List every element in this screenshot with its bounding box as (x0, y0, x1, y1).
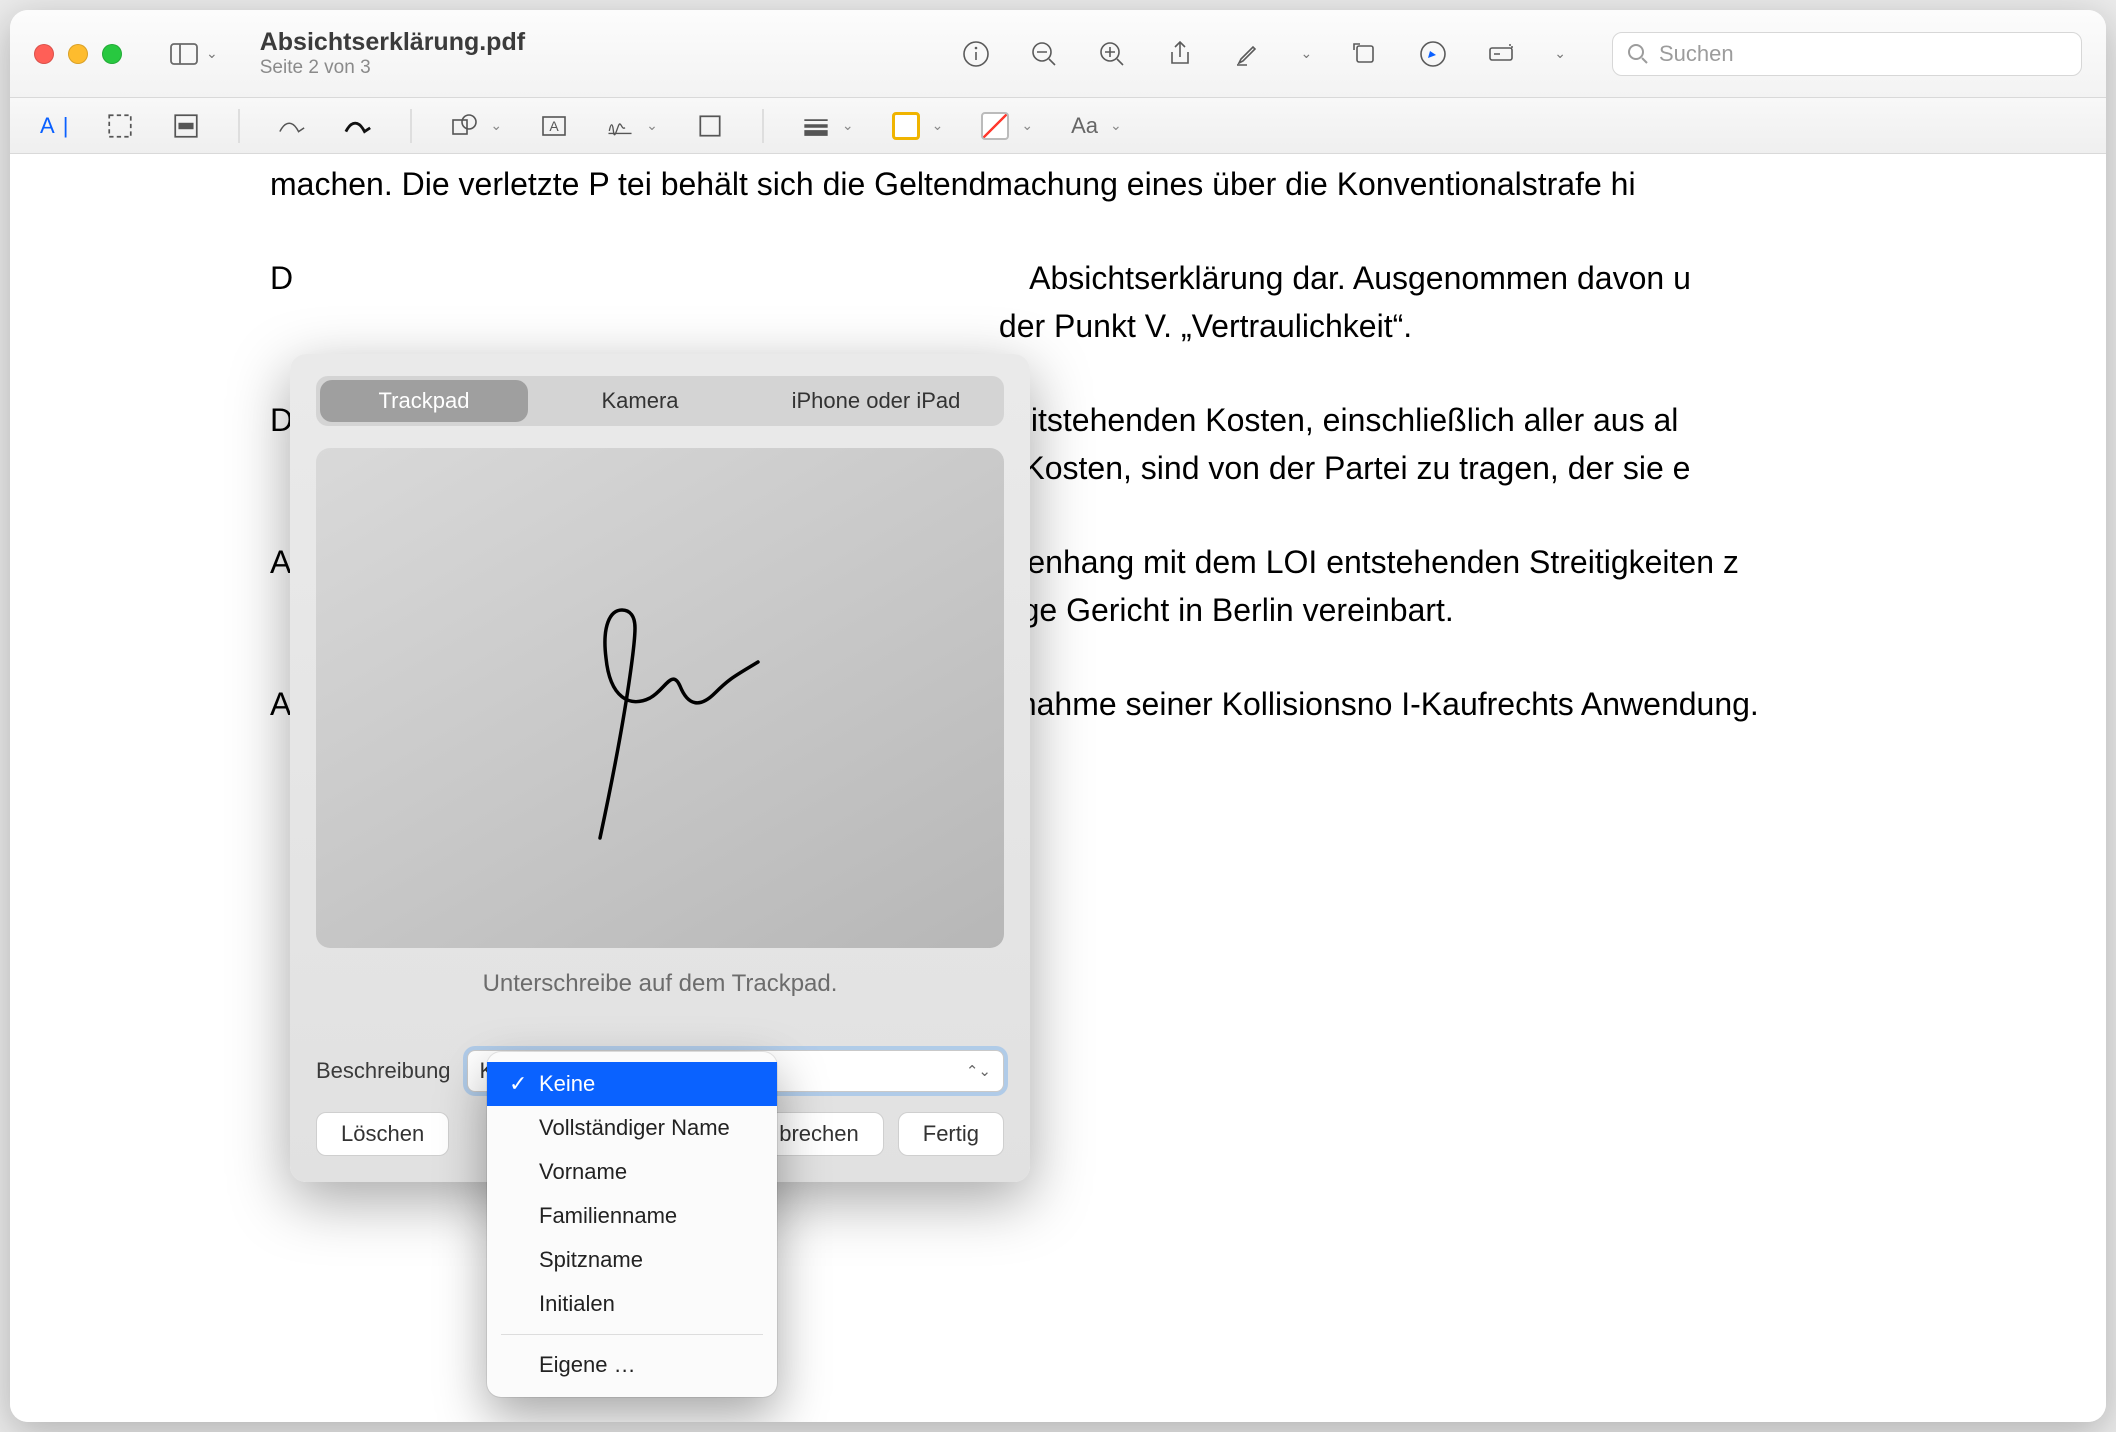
line-style-button[interactable]: ⌄ (796, 106, 860, 146)
search-placeholder: Suchen (1659, 41, 1734, 67)
info-button[interactable] (961, 39, 991, 69)
check-icon: ✓ (509, 1071, 529, 1097)
dropdown-item-firstname[interactable]: Vorname (487, 1150, 777, 1194)
sidebar-toggle-button[interactable]: ⌄ (160, 37, 228, 71)
signature-canvas[interactable] (316, 448, 1004, 948)
document-title: Absichtserklärung.pdf (260, 28, 525, 57)
title-block: Absichtserklärung.pdf Seite 2 von 3 (260, 28, 525, 79)
markup-toolbar: A| ⌄ A ⌄ ⌄ ⌄ ⌄ Aa⌄ (10, 98, 2106, 154)
chevron-down-icon: ⌄ (206, 45, 218, 62)
shapes-icon (450, 112, 478, 140)
signature-stroke-icon (480, 548, 840, 848)
textbox-icon: A (540, 112, 568, 140)
dropdown-item-none[interactable]: ✓ Keine (487, 1062, 777, 1106)
rotate-icon (1350, 39, 1380, 69)
search-icon (1627, 43, 1649, 65)
description-dropdown: ✓ Keine Vollständiger Name Vorname Famil… (487, 1052, 777, 1397)
dropdown-item-custom[interactable]: Eigene … (487, 1343, 777, 1387)
updown-icon: ⌃⌄ (966, 1062, 991, 1080)
paragraph: machen. Die verletzte P tei behält sich … (270, 160, 1846, 208)
fill-color-button[interactable]: ⌄ (975, 106, 1039, 146)
note-tool[interactable] (690, 106, 730, 146)
clear-button[interactable]: Löschen (316, 1112, 449, 1156)
close-window-button[interactable] (34, 44, 54, 64)
sidebar-icon (170, 43, 198, 65)
share-icon (1165, 39, 1195, 69)
chevron-down-icon[interactable]: ⌄ (1301, 45, 1313, 62)
draw-icon (344, 112, 372, 140)
redact-icon (172, 112, 200, 140)
dashed-square-icon (106, 112, 134, 140)
signature-tool[interactable]: ⌄ (600, 106, 664, 146)
done-button[interactable]: Fertig (898, 1112, 1004, 1156)
form-fields-button[interactable] (1486, 39, 1516, 69)
signature-source-tabs: Trackpad Kamera iPhone oder iPad (316, 376, 1004, 426)
highlight-button[interactable] (1233, 39, 1263, 69)
dropdown-item-fullname[interactable]: Vollständiger Name (487, 1106, 777, 1150)
zoom-in-button[interactable] (1097, 39, 1127, 69)
preview-window: ⌄ Absichtserklärung.pdf Seite 2 von 3 ⌄ … (10, 10, 2106, 1422)
text-select-tool[interactable]: A| (34, 106, 74, 146)
signature-icon (606, 112, 634, 140)
lines-icon (802, 112, 830, 140)
zoom-out-button[interactable] (1029, 39, 1059, 69)
zoom-out-icon (1029, 39, 1059, 69)
minimize-window-button[interactable] (68, 44, 88, 64)
svg-text:A: A (549, 118, 559, 134)
note-icon (696, 112, 724, 140)
markup-icon (1418, 39, 1448, 69)
highlighter-icon (1233, 39, 1263, 69)
redact-tool[interactable] (166, 106, 206, 146)
titlebar: ⌄ Absichtserklärung.pdf Seite 2 von 3 ⌄ … (10, 10, 2106, 98)
signature-instruction: Unterschreibe auf dem Trackpad. (316, 970, 1004, 998)
rotate-button[interactable] (1350, 39, 1380, 69)
draw-tool[interactable] (338, 106, 378, 146)
tab-camera[interactable]: Kamera (532, 376, 748, 426)
page-indicator: Seite 2 von 3 (260, 57, 525, 79)
stroke-color-button[interactable]: ⌄ (886, 106, 950, 146)
markup-button[interactable] (1418, 39, 1448, 69)
rect-select-tool[interactable] (100, 106, 140, 146)
dropdown-item-lastname[interactable]: Familienname (487, 1194, 777, 1238)
tab-iphone[interactable]: iPhone oder iPad (748, 376, 1004, 426)
share-button[interactable] (1165, 39, 1195, 69)
font-style-button[interactable]: Aa⌄ (1065, 106, 1128, 146)
sketch-tool[interactable] (272, 106, 312, 146)
text-box-tool[interactable]: A (534, 106, 574, 146)
form-fields-icon (1486, 39, 1516, 69)
tab-trackpad[interactable]: Trackpad (320, 380, 528, 422)
sketch-icon (278, 112, 306, 140)
dropdown-item-initials[interactable]: Initialen (487, 1282, 777, 1326)
paragraph: D Absichtserklärung dar. Ausgenommen dav… (270, 254, 1846, 350)
zoom-in-icon (1097, 39, 1127, 69)
document-area[interactable]: machen. Die verletzte P tei behält sich … (10, 154, 2106, 1422)
toolbar-icons: ⌄ ⌄ (961, 39, 1566, 69)
shapes-tool[interactable]: ⌄ (444, 106, 508, 146)
chevron-down-icon[interactable]: ⌄ (1554, 45, 1566, 62)
search-field[interactable]: Suchen (1612, 32, 2082, 76)
zoom-window-button[interactable] (102, 44, 122, 64)
description-label: Beschreibung (316, 1058, 451, 1084)
info-icon (961, 39, 991, 69)
dropdown-item-nickname[interactable]: Spitzname (487, 1238, 777, 1282)
traffic-lights (34, 44, 122, 64)
